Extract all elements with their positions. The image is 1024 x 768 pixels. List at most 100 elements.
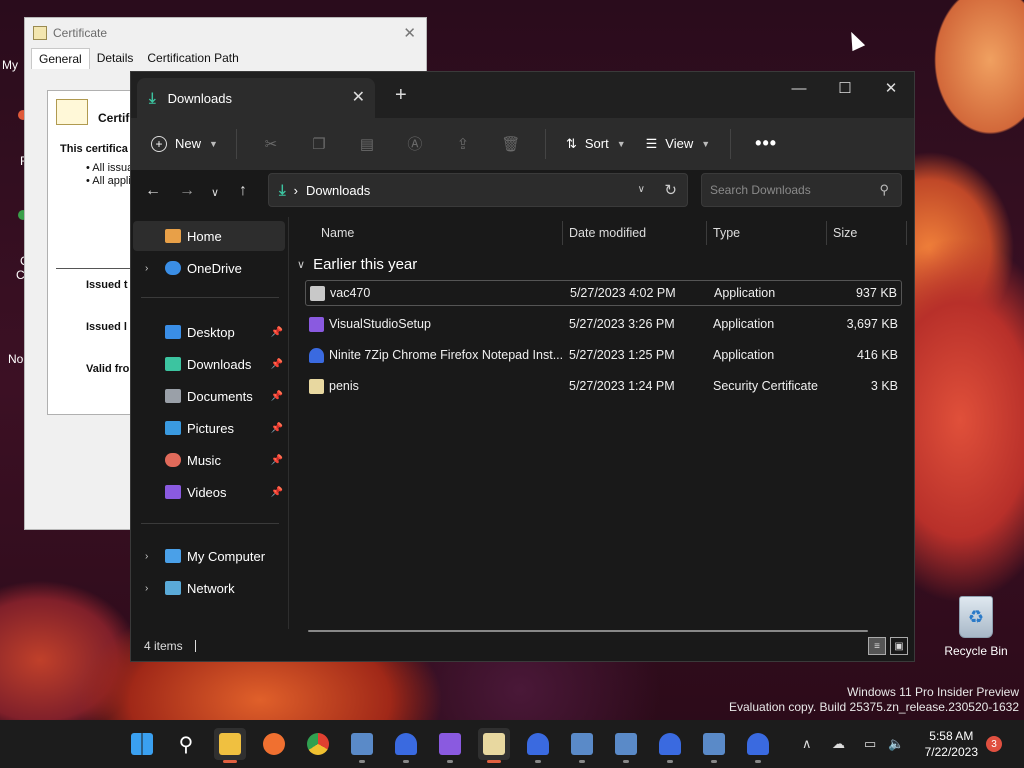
desktop-label-5[interactable]: No [8,352,23,366]
maximize-button[interactable]: ☐ [822,72,868,104]
taskbar-app[interactable] [566,728,598,763]
sidebar-item-downloads[interactable]: Downloads 📌 [133,349,285,379]
taskbar-ninite[interactable] [742,728,774,763]
search-button[interactable]: ⚲ [170,728,202,760]
sort-label: Sort [584,136,609,151]
taskbar-ninite[interactable] [522,728,554,763]
forward-arrow-icon[interactable]: → [179,182,195,200]
sidebar-item-documents[interactable]: Documents 📌 [133,381,285,411]
back-arrow-icon[interactable]: ← [145,182,161,200]
taskbar-ninite[interactable] [390,728,422,763]
chrome-icon [307,733,329,755]
group-header[interactable]: ∨ Earlier this year [297,256,417,273]
file-row[interactable]: penis 5/27/2023 1:24 PM Security Certifi… [305,373,902,399]
tiles-view-icon[interactable]: ▣ [890,637,908,655]
close-tab-icon[interactable]: ✕ [352,87,365,107]
sidebar-item-videos[interactable]: Videos 📌 [133,477,285,507]
column-header-type[interactable]: Type [713,226,740,240]
file-size: 3 KB [870,379,898,393]
video-icon [165,485,181,499]
tab-details[interactable]: Details [90,48,141,69]
system-clock[interactable]: 5:58 AM 7/22/2023 [925,728,978,760]
sidebar-item-label: Desktop [187,324,235,340]
sort-button[interactable]: ⇅ Sort ▼ [556,130,636,158]
tab-general[interactable]: General [31,48,90,69]
explorer-tabbar[interactable]: ⤓ Downloads ✕ + — ☐ ✕ [131,72,914,118]
file-explorer-window[interactable]: ⤓ Downloads ✕ + — ☐ ✕ + New ▼ ✂ ❐ ▤ Ⓐ ⇪ … [130,71,915,662]
desktop-label-1[interactable]: My [2,58,18,72]
notification-badge[interactable]: 3 [986,736,1002,752]
volume-icon[interactable]: 🔈 [888,736,904,752]
delete-icon[interactable]: 🗑 [487,135,535,153]
refresh-icon[interactable]: ↻ [664,181,677,199]
file-row[interactable]: Ninite 7Zip Chrome Firefox Notepad Inst.… [305,342,902,368]
search-input[interactable]: Search Downloads ⚲ [701,173,902,207]
taskbar-firefox[interactable] [258,728,290,760]
recycle-bin[interactable]: ♻ Recycle Bin [944,596,1008,658]
sidebar-item-desktop[interactable]: Desktop 📌 [133,317,285,347]
view-button[interactable]: ☰ View ▼ [636,130,721,158]
file-row[interactable]: vac470 5/27/2023 4:02 PM Application 937… [305,280,902,306]
new-button[interactable]: + New ▼ [143,130,226,158]
minimize-button[interactable]: — [776,72,822,104]
share-icon[interactable]: ⇪ [439,135,487,153]
column-header-date[interactable]: Date modified [569,226,646,240]
onedrive-icon[interactable]: ☁ [832,736,845,752]
sidebar-item-music[interactable]: Music 📌 [133,445,285,475]
taskbar-app[interactable] [698,728,730,763]
taskbar-visual-studio[interactable] [434,728,466,763]
close-icon[interactable]: ✕ [403,24,416,42]
tab-certification-path[interactable]: Certification Path [140,48,245,69]
more-options-button[interactable]: ••• [741,133,791,154]
address-bar[interactable]: ⤓ › Downloads ∨ ↻ [268,173,688,207]
column-separator[interactable] [706,221,707,245]
chevron-up-icon[interactable]: ∧ [802,736,812,752]
rename-icon[interactable]: Ⓐ [391,133,439,154]
tab-downloads[interactable]: ⤓ Downloads ✕ [137,78,375,118]
sidebar-item-my-computer[interactable]: › My Computer [133,541,285,571]
sidebar-item-onedrive[interactable]: › OneDrive [133,253,285,283]
sidebar-item-label: OneDrive [187,260,242,276]
desktop-icon [165,325,181,339]
chevron-down-icon[interactable]: ∨ [297,258,305,271]
divider [141,523,279,524]
taskbar-file-explorer[interactable] [214,728,246,763]
sidebar-item-pictures[interactable]: Pictures 📌 [133,413,285,443]
sidebar-item-network[interactable]: › Network [133,573,285,603]
column-separator[interactable] [826,221,827,245]
taskbar-chrome[interactable] [302,728,334,760]
valid-from-label: Valid fro [86,363,130,375]
chevron-right-icon[interactable]: › [145,263,148,274]
certificate-title: Certificate [53,26,108,40]
up-arrow-icon[interactable]: ↑ [239,182,247,200]
certificate-titlebar[interactable]: Certificate [25,18,426,48]
column-header-name[interactable]: Name [321,226,354,240]
details-view-icon[interactable]: ≡ [868,637,886,655]
sidebar-item-home[interactable]: Home [133,221,285,251]
new-tab-button[interactable]: + [395,84,407,107]
taskbar-app[interactable] [610,728,642,763]
paste-icon[interactable]: ▤ [343,135,391,153]
taskbar-ninite[interactable] [654,728,686,763]
column-header-size[interactable]: Size [833,226,857,240]
chevron-right-icon[interactable]: › [145,583,148,594]
column-separator[interactable] [906,221,907,245]
search-icon[interactable]: ⚲ [879,182,889,198]
recent-locations-icon[interactable]: ∨ [211,186,219,199]
installer-icon [615,733,637,755]
chevron-down-icon[interactable]: ∨ [638,184,645,195]
column-separator[interactable] [562,221,563,245]
start-button[interactable] [126,728,158,760]
chevron-right-icon[interactable]: › [145,551,148,562]
taskbar-app[interactable] [346,728,378,763]
cut-icon[interactable]: ✂ [247,135,295,153]
issued-by-label: Issued l [86,321,127,333]
certificate-tabs: General Details Certification Path [25,48,426,69]
breadcrumb[interactable]: Downloads [306,183,370,198]
copy-icon[interactable]: ❐ [295,135,343,153]
windows-icon [131,733,153,755]
network-icon[interactable]: ▭ [864,736,876,752]
taskbar-certificate[interactable] [478,728,510,763]
close-button[interactable]: ✕ [868,72,914,104]
file-row[interactable]: VisualStudioSetup 5/27/2023 3:26 PM Appl… [305,311,902,337]
